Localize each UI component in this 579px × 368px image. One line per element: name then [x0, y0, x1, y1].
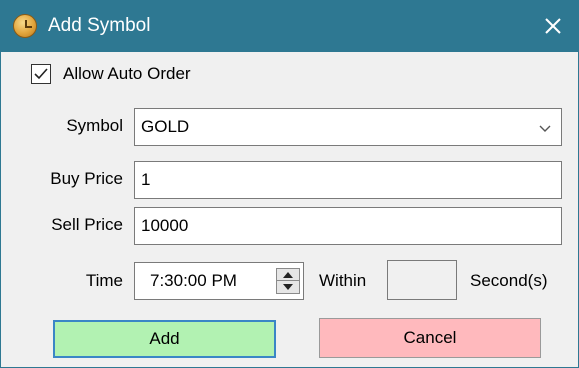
symbol-value: GOLD: [141, 117, 190, 136]
within-label: Within: [319, 271, 367, 290]
allow-auto-order-label[interactable]: Allow Auto Order: [63, 63, 191, 85]
chevron-down-icon: [539, 125, 551, 132]
time-label: Time: [85, 271, 123, 290]
symbol-dropdown[interactable]: GOLD: [134, 108, 562, 146]
sell-price-input[interactable]: 10000: [134, 207, 562, 245]
time-value: 7:30:00 PM: [150, 271, 237, 290]
spin-up-button[interactable]: [277, 269, 299, 281]
caret-down-icon: [283, 284, 293, 290]
close-icon: [545, 18, 561, 34]
close-button[interactable]: [528, 0, 578, 52]
title-bar: Add Symbol: [1, 0, 578, 52]
symbol-label: Symbol: [66, 116, 123, 135]
within-seconds-input[interactable]: [387, 260, 457, 300]
cancel-button[interactable]: Cancel: [319, 318, 541, 358]
caret-up-icon: [283, 271, 293, 278]
time-picker[interactable]: 7:30:00 PM: [134, 262, 304, 300]
time-spinner[interactable]: [276, 268, 300, 294]
window-title: Add Symbol: [48, 15, 151, 36]
add-symbol-dialog: Add Symbol Allow Auto Order Symbol GOLD …: [0, 0, 579, 368]
allow-auto-order-checkbox[interactable]: [31, 64, 51, 84]
buy-price-input[interactable]: 1: [134, 161, 562, 199]
buy-price-label: Buy Price: [50, 169, 123, 188]
spin-down-button[interactable]: [277, 281, 299, 293]
sell-price-label: Sell Price: [51, 215, 123, 234]
checkmark-icon: [34, 68, 48, 80]
seconds-unit-label: Second(s): [470, 271, 548, 290]
add-button[interactable]: Add: [53, 320, 276, 358]
clock-icon: [13, 14, 37, 38]
